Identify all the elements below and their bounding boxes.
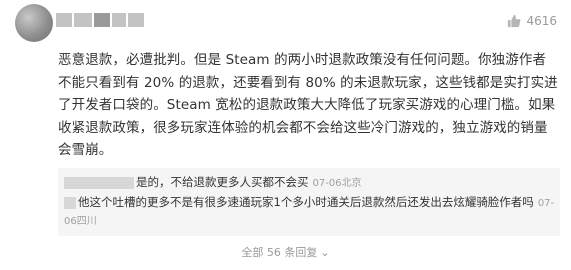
reply-location: 四川 (76, 216, 97, 227)
reply-location: 北京 (341, 178, 362, 189)
reply-item: 他这个吐槽的更多不是有很多速通玩家1个多小时通关后退款然后还发出去炫耀骑脸作者吗… (64, 194, 556, 230)
reply-text: 是的，不给退款更多人买都不会买 (136, 175, 309, 189)
view-all-replies-link[interactable]: 全部 56 条回复 ⌄ (0, 244, 571, 260)
avatar[interactable] (15, 4, 53, 42)
reply-username-redacted[interactable] (64, 176, 134, 189)
chevron-down-icon: ⌄ (320, 246, 330, 259)
reply-date: 07-06 (312, 178, 342, 189)
redacted-block (74, 13, 92, 27)
comment-body: 恶意退款，必遭批判。但是 Steam 的两小时退款政策没有任何问题。你独游作者不… (58, 52, 558, 158)
like-count: 4616 (526, 14, 557, 28)
view-all-replies-label: 全部 56 条回复 (241, 246, 318, 259)
redacted-block (94, 13, 110, 27)
redacted-block (128, 13, 144, 27)
reply-item: 是的，不给退款更多人买都不会买 07-06北京 (64, 174, 362, 192)
like-button[interactable]: 4616 (507, 14, 557, 28)
redacted-block (56, 13, 72, 27)
thumbs-up-icon (508, 14, 521, 28)
reply-text: 他这个吐槽的更多不是有很多速通玩家1个多小时通关后退款然后还发出去炫耀骑脸作者吗 (78, 195, 534, 209)
reply-username-redacted[interactable] (64, 196, 76, 209)
reply-meta: 07-06北京 (313, 178, 362, 189)
reply-list: 是的，不给退款更多人买都不会买 07-06北京 他这个吐槽的更多不是有很多速通玩家… (58, 168, 560, 236)
redacted-block (112, 13, 126, 27)
username-redacted[interactable] (56, 13, 144, 29)
